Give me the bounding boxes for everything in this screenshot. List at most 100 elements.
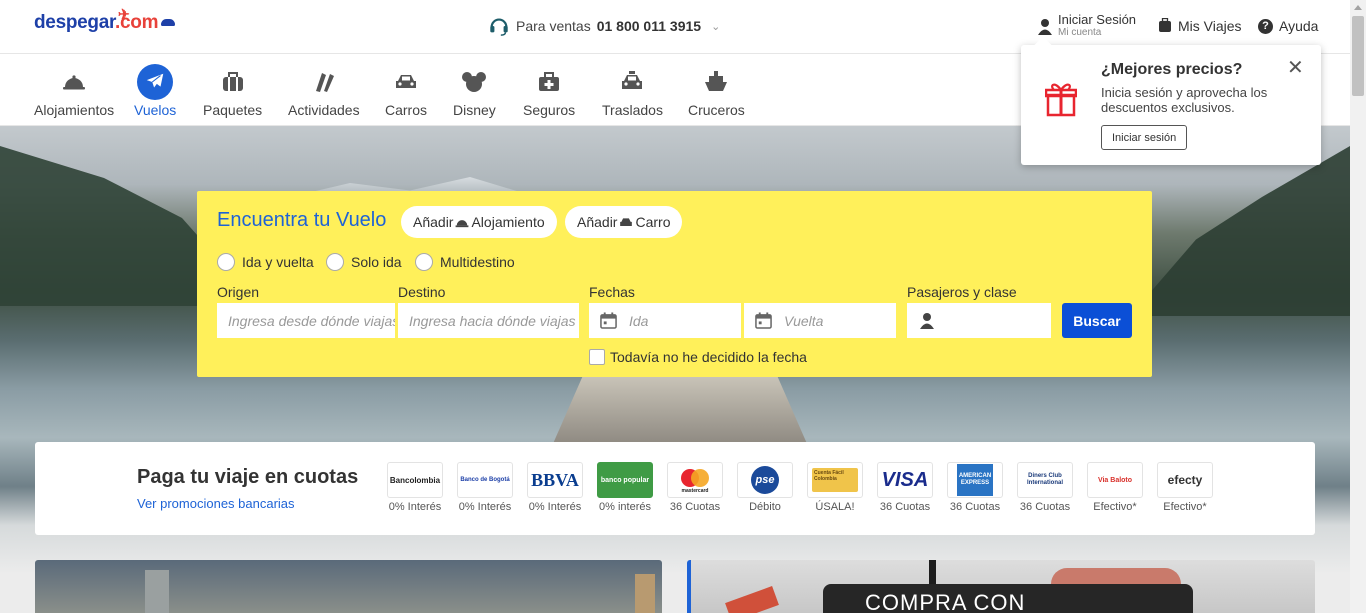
promo-banner-city[interactable]	[35, 560, 662, 613]
undecided-date-checkbox[interactable]: Todavía no he decidido la fecha	[589, 349, 807, 365]
taxi-icon	[614, 64, 650, 100]
payment-caption: 0% Interés	[388, 501, 442, 513]
my-trips-label: Mis Viajes	[1178, 18, 1242, 34]
logo-text: AMERICAN EXPRESS	[957, 464, 993, 496]
add-hotel-button[interactable]: Añadir Alojamiento	[401, 206, 557, 238]
tab-label: Paquetes	[203, 102, 263, 118]
sales-phone-dropdown[interactable]: Para ventas 01 800 011 3915 ⌄	[488, 15, 720, 37]
payment-method[interactable]: VISA 36 Cuotas	[877, 462, 933, 513]
add-car-button[interactable]: Añadir Carro	[565, 206, 683, 238]
radio-round-trip[interactable]: Ida y vuelta	[217, 253, 314, 271]
svg-text:mastercard: mastercard	[682, 488, 709, 494]
payment-caption: 0% Interés	[458, 501, 512, 513]
passengers-label: Pasajeros y clase	[907, 284, 1017, 300]
payment-method[interactable]: Cuenta Fácil Colombia ÚSALA!	[807, 462, 863, 513]
payment-method[interactable]: Bancolombia 0% Interés	[387, 462, 443, 513]
login-label: Iniciar Sesión	[1058, 12, 1137, 27]
payment-method[interactable]: pse Débito	[737, 462, 793, 513]
tab-alojamientos[interactable]: Alojamientos	[34, 64, 114, 118]
tab-label: Carros	[385, 102, 428, 118]
plane-icon	[137, 64, 174, 100]
calendar-icon	[600, 312, 617, 329]
login-menu[interactable]: Iniciar Sesión Mi cuenta	[1038, 13, 1136, 39]
popup-title: ¿Mejores precios?	[1101, 61, 1243, 78]
payment-caption: 36 Cuotas	[879, 501, 931, 513]
search-title: Encuentra tu Vuelo	[217, 209, 387, 231]
scroll-up-icon[interactable]	[1354, 5, 1362, 10]
logo-hat-icon	[161, 19, 176, 27]
page-scrollbar[interactable]	[1350, 0, 1366, 613]
passengers-input[interactable]	[907, 303, 1051, 338]
tab-seguros[interactable]: Seguros	[523, 64, 575, 118]
bancolombia-logo: Bancolombia	[387, 462, 443, 498]
logo-text: Via Baloto	[1097, 476, 1133, 484]
payment-method[interactable]: efecty Efectivo*	[1157, 462, 1213, 513]
tab-label: Cruceros	[688, 102, 745, 118]
tab-vuelos[interactable]: Vuelos	[134, 64, 176, 118]
sales-label: Para ventas	[516, 18, 591, 34]
pse-logo: pse	[737, 462, 793, 498]
bbva-logo: BBVA	[527, 462, 583, 498]
tab-label: Traslados	[602, 102, 663, 118]
payments-title: Paga tu viaje en cuotas	[137, 466, 359, 488]
search-button[interactable]: Buscar	[1062, 303, 1132, 338]
payment-caption: 36 Cuotas	[949, 501, 1001, 513]
add-prefix: Añadir	[413, 214, 454, 230]
radio-one-way[interactable]: Solo ida	[326, 253, 402, 271]
payment-method[interactable]: Banco de Bogotá 0% Interés	[457, 462, 513, 513]
efecty-logo: efecty	[1157, 462, 1213, 498]
origin-input[interactable]: Ingresa desde dónde viajas	[217, 303, 395, 338]
tab-paquetes[interactable]: Paquetes	[203, 64, 262, 118]
decoration	[725, 586, 779, 613]
payment-method[interactable]: banco popular 0% interés	[597, 462, 653, 513]
destination-label: Destino	[398, 284, 446, 300]
help-label: Ayuda	[1279, 18, 1319, 34]
undecided-label: Todavía no he decidido la fecha	[610, 349, 807, 365]
tab-cruceros[interactable]: Cruceros	[688, 64, 745, 118]
payment-caption: Efectivo*	[1093, 501, 1137, 513]
tab-actividades[interactable]: Actividades	[288, 64, 360, 118]
radio-circle	[217, 253, 235, 271]
payment-method[interactable]: BBVA 0% Interés	[527, 462, 583, 513]
sales-phone-number: 01 800 011 3915	[596, 18, 702, 34]
user-icon	[920, 312, 934, 329]
checkbox-box	[589, 349, 605, 365]
calendar-icon	[755, 312, 772, 329]
add-hotel-label: Alojamiento	[471, 214, 545, 230]
payment-method[interactable]: mastercard 36 Cuotas	[667, 462, 723, 513]
dock	[552, 376, 808, 446]
cloche-icon	[56, 64, 92, 100]
promo-banner-mastercard[interactable]: COMPRA CON MASTERCARD	[687, 560, 1315, 613]
payment-caption: 36 Cuotas	[1019, 501, 1071, 513]
bank-promotions-link[interactable]: Ver promociones bancarias	[137, 496, 295, 511]
car-icon	[620, 217, 633, 226]
tab-carros[interactable]: Carros	[385, 64, 427, 118]
payment-method[interactable]: AMERICAN EXPRESS 36 Cuotas	[947, 462, 1003, 513]
gift-icon	[1045, 83, 1077, 117]
popup-login-button[interactable]: Iniciar sesión	[1101, 125, 1188, 150]
payment-method[interactable]: Diners Club International 36 Cuotas	[1017, 462, 1073, 513]
despegar-logo[interactable]: despegar.com ✈	[34, 6, 176, 34]
destination-input[interactable]: Ingresa hacia dónde viajas	[398, 303, 579, 338]
payments-strip: Paga tu viaje en cuotas Ver promociones …	[35, 442, 1315, 535]
tab-disney[interactable]: Disney	[453, 64, 496, 118]
return-date-input[interactable]: Vuelta	[744, 303, 896, 338]
add-prefix: Añadir	[577, 214, 618, 230]
tab-label: Vuelos	[134, 102, 177, 118]
medkit-icon	[531, 64, 567, 100]
logo-text: pse	[751, 466, 779, 494]
popup-text: Inicia sesión y aprovecha los descuentos…	[1101, 85, 1268, 115]
radio-circle	[415, 253, 433, 271]
radio-multidestination[interactable]: Multidestino	[415, 253, 515, 271]
tab-traslados[interactable]: Traslados	[602, 64, 663, 118]
help-link[interactable]: ? Ayuda	[1258, 18, 1318, 34]
scrollbar-thumb[interactable]	[1352, 16, 1364, 96]
payment-caption: 0% Interés	[528, 501, 582, 513]
close-icon[interactable]: ✕	[1287, 55, 1304, 80]
suitcase-icon	[215, 64, 251, 100]
payment-caption: 0% interés	[599, 501, 651, 513]
payment-method[interactable]: Via Baloto Efectivo*	[1087, 462, 1143, 513]
mastercard-promo-text: COMPRA CON MASTERCARD	[823, 584, 1193, 613]
my-trips-link[interactable]: Mis Viajes	[1158, 18, 1242, 34]
depart-date-input[interactable]: Ida	[589, 303, 741, 338]
